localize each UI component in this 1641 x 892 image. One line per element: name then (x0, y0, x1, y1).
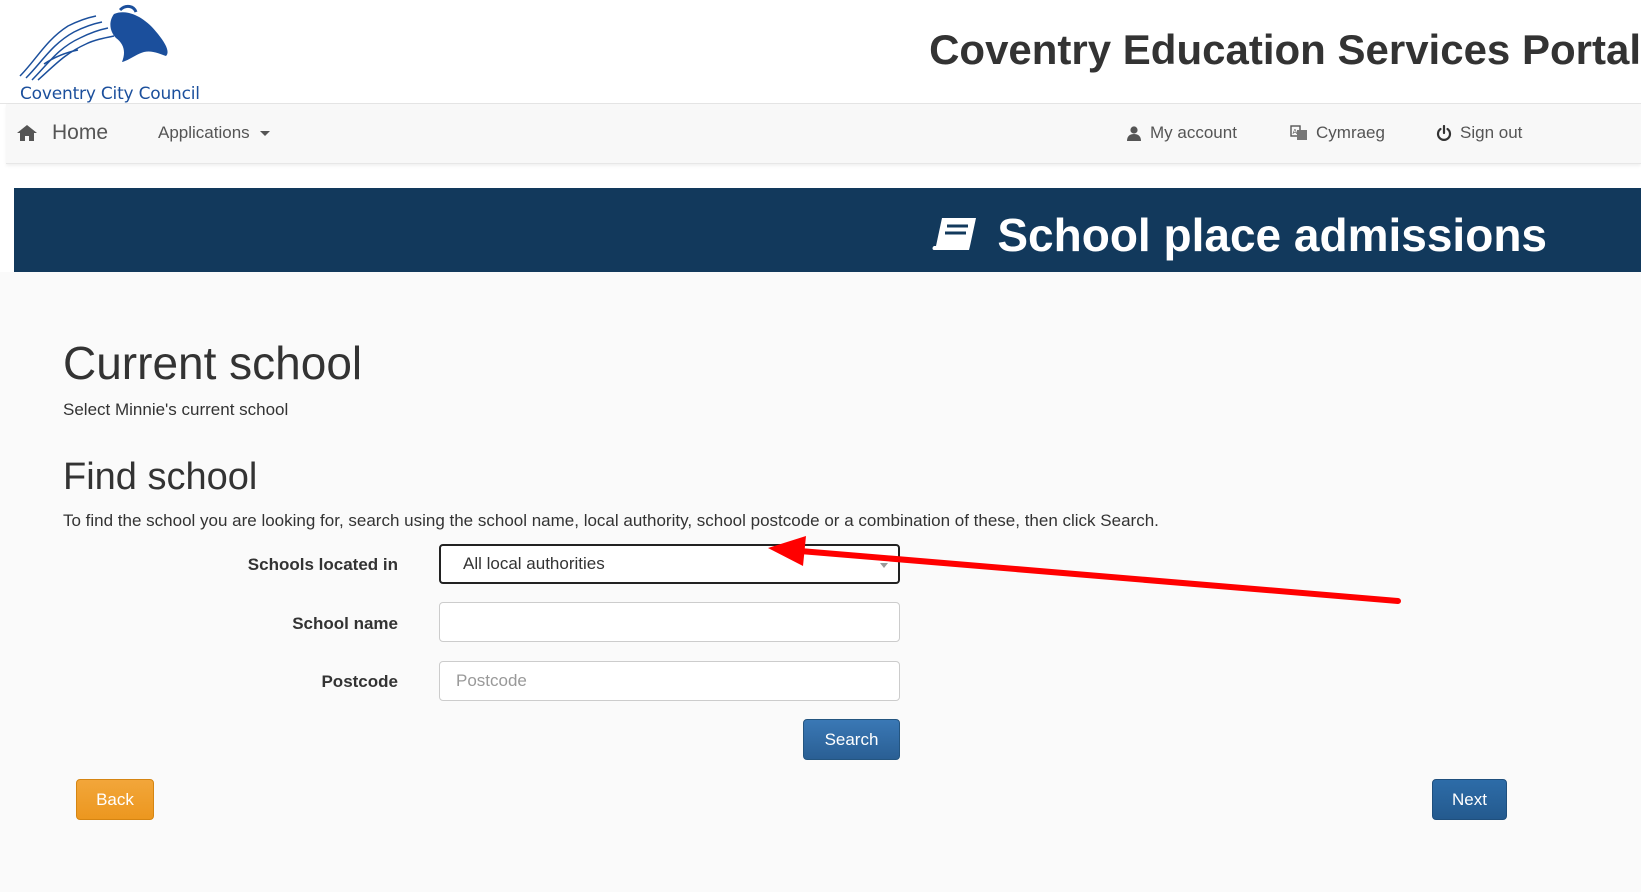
find-school-help-text: To find the school you are looking for, … (63, 511, 1159, 530)
postcode-label: Postcode (321, 672, 398, 691)
logo-text: Coventry City Council (20, 84, 200, 104)
chevron-down-icon (259, 130, 270, 136)
school-name-input[interactable] (439, 602, 900, 642)
nav-applications-label: Applications (158, 123, 250, 142)
power-icon (1436, 125, 1452, 141)
translate-icon: A (1290, 125, 1307, 140)
horse-rider-logo-icon (19, 4, 168, 81)
school-name-label: School name (292, 614, 398, 633)
user-icon (1127, 125, 1141, 141)
select-caret-icon (880, 563, 888, 568)
nav-cymraeg-label: Cymraeg (1316, 123, 1385, 142)
nav-home-label: Home (52, 121, 109, 144)
page-subtitle: Select Minnie's current school (63, 400, 289, 419)
next-button[interactable]: Next (1432, 779, 1507, 820)
nav-my-account-label: My account (1150, 123, 1237, 142)
svg-text:A: A (1293, 128, 1298, 136)
main-content: Current school Select Minnie's current s… (0, 272, 1641, 892)
council-logo[interactable]: Coventry City Council (14, 4, 234, 104)
back-button[interactable]: Back (76, 779, 154, 820)
nav-my-account[interactable]: My account (1126, 104, 1237, 162)
local-authority-selected-value: All local authorities (463, 554, 605, 573)
home-icon (17, 125, 37, 141)
app-root: Coventry City Council Coventry Education… (0, 0, 1641, 892)
local-authority-select[interactable]: All local authorities (439, 544, 900, 584)
page-banner: School place admissions (14, 188, 1641, 272)
find-school-heading: Find school (63, 456, 258, 498)
postcode-input[interactable] (439, 661, 900, 701)
nav-cymraeg[interactable]: A Cymraeg (1290, 104, 1385, 162)
site-header: Coventry City Council Coventry Education… (0, 0, 1641, 104)
search-button[interactable]: Search (803, 719, 900, 760)
schools-located-label: Schools located in (247, 555, 398, 574)
book-icon (932, 218, 976, 250)
nav-sign-out[interactable]: Sign out (1436, 104, 1522, 162)
portal-title: Coventry Education Services Portal (929, 26, 1641, 73)
page-title: Current school (63, 337, 363, 389)
main-navbar: Home Applications My account A Cymraeg S… (6, 104, 1641, 164)
nav-applications-dropdown[interactable]: Applications (158, 104, 270, 162)
nav-home[interactable]: Home (16, 104, 108, 162)
banner-title: School place admissions (997, 209, 1547, 261)
nav-sign-out-label: Sign out (1460, 123, 1523, 142)
